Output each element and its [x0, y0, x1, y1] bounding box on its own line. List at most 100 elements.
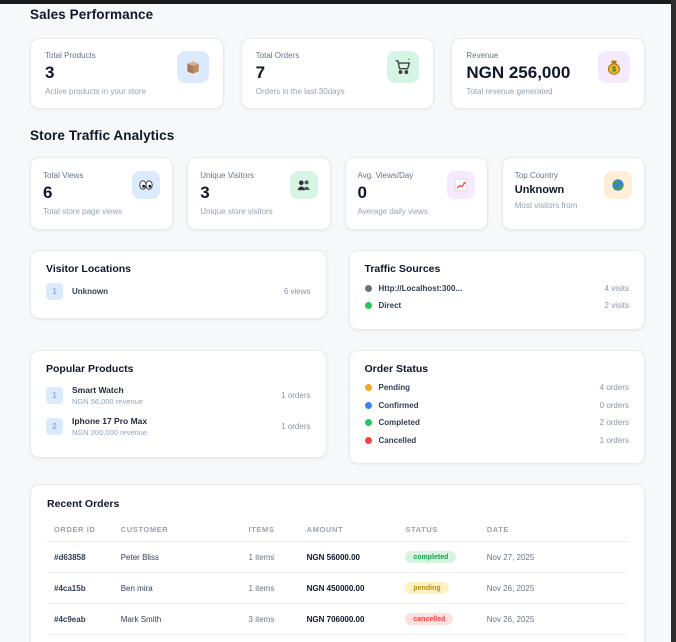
row-locations-sources: Visitor Locations 1 Unknown 6 views Traffi… — [30, 250, 645, 330]
stat-value: NGN 256,000 — [466, 63, 571, 82]
traffic-source-row: Direct 2 visits — [364, 301, 629, 310]
scrollbar[interactable] — [671, 0, 676, 642]
order-customer: Peter Bliss — [116, 541, 245, 573]
order-amount: NGN 56000.00 — [302, 541, 402, 573]
column-header-date: DATE — [482, 518, 628, 542]
stat-label: Unique Visitors — [200, 171, 254, 180]
column-header-status: STATUS — [401, 518, 483, 542]
order-id: #4ca15b — [47, 572, 117, 604]
order-status-title: Order Status — [364, 362, 429, 375]
order-customer: Kingsley Chinonso Eze — [116, 634, 245, 642]
order-amount: NGN 200000.00 — [302, 634, 402, 642]
chart-up-icon — [446, 171, 475, 199]
order-status-cell: completed — [401, 541, 483, 573]
package-icon — [176, 51, 209, 83]
people-icon — [289, 171, 318, 199]
order-status-value: 0 orders — [599, 400, 629, 410]
order-status-dot-icon — [364, 384, 372, 391]
stat-card-text: Avg. Views/Day 0 Average daily views — [358, 171, 429, 216]
order-status-row: Cancelled 1 orders — [364, 435, 629, 445]
popular-product-row: 2 Iphone 17 Pro Max NGN 200,000 revenue 1 o… — [46, 416, 311, 437]
product-revenue: NGN 200,000 revenue — [72, 427, 148, 437]
stat-label: Revenue — [466, 51, 499, 60]
order-status-value: 1 orders — [599, 435, 629, 445]
popular-products-title: Popular Products — [46, 362, 134, 375]
stat-card-revenue: Revenue NGN 256,000 Total revenue generate… — [451, 38, 646, 109]
status-badge: pending — [405, 582, 449, 594]
order-status-cell: pending — [401, 572, 483, 604]
stat-description: Total store page views — [43, 207, 123, 216]
traffic-source-label: Http://Localhost:300... — [378, 283, 463, 293]
order-amount: NGN 706000.00 — [302, 603, 402, 635]
traffic-source-row: Http://Localhost:300... 4 visits — [364, 283, 629, 293]
order-row: #4ca15b Ben mira 1 items NGN 450000.00 pendi… — [47, 572, 628, 604]
order-date: Nov 26, 2025 — [482, 634, 628, 642]
traffic-stat-cards: Total Views 6 Total store page views Unique… — [30, 157, 645, 230]
traffic-source-value: 4 visits — [604, 283, 629, 293]
order-status-cell: cancelled — [401, 603, 483, 635]
rank-badge: 1 — [46, 386, 63, 404]
stat-label: Avg. Views/Day — [357, 171, 414, 180]
order-date: Nov 27, 2025 — [482, 541, 628, 573]
dashboard-page: Sales Performance Total Products 3 Active … — [0, 0, 676, 642]
order-id: #4c9eab — [47, 603, 117, 635]
row-products-status: Popular Products 1 Smart Watch NGN 56,000 … — [30, 349, 645, 464]
traffic-source-label: Direct — [378, 301, 402, 310]
stat-card-top-country: Top Country Unknown Most visitors from — [501, 157, 645, 230]
order-status-card: Order Status Pending 4 orders Confirmed 0 o… — [348, 349, 645, 464]
rank-badge: 2 — [46, 417, 63, 435]
store-traffic-analytics-title: Store Traffic Analytics — [30, 128, 175, 143]
popular-products-list: 1 Smart Watch NGN 56,000 revenue 1 orders 2 I… — [46, 385, 311, 437]
product-orders: 1 orders — [281, 421, 311, 431]
popular-products-card: Popular Products 1 Smart Watch NGN 56,000 … — [30, 349, 327, 458]
order-items: 3 items — [244, 603, 303, 635]
stat-description: Total revenue generated — [466, 87, 553, 96]
eyes-icon — [132, 171, 161, 199]
stat-card-text: Unique Visitors 3 Unique store visitors — [200, 171, 272, 216]
order-status-value: 4 orders — [599, 383, 629, 392]
recent-orders-title: Recent Orders — [47, 498, 120, 510]
stat-description: Orders in the last 30days — [255, 87, 345, 96]
recent-orders-table: ORDER ID CUSTOMER ITEMS AMOUNT STATUS DATE #d… — [47, 518, 628, 642]
stat-card-text: Revenue NGN 256,000 Total revenue generate… — [466, 51, 570, 96]
stat-card-text: Top Country Unknown Most visitors from — [515, 171, 578, 210]
stat-card-unique-visitors: Unique Visitors 3 Unique store visitors — [187, 157, 331, 230]
order-row: #d63858 Peter Bliss 1 items NGN 56000.00 com… — [47, 541, 628, 573]
order-status-row: Confirmed 0 orders — [364, 400, 629, 410]
product-name: Smart Watch — [72, 384, 124, 395]
stat-card-total-views: Total Views 6 Total store page views — [30, 157, 174, 230]
stat-value: 7 — [255, 63, 266, 82]
product-revenue: NGN 56,000 revenue — [72, 396, 143, 406]
stat-value: 6 — [43, 183, 53, 202]
column-header-amount: AMOUNT — [302, 518, 402, 542]
order-items: 1 items — [244, 572, 303, 604]
stat-card-total-products: Total Products 3 Active products in your s… — [30, 38, 224, 109]
location-views: 6 views — [283, 287, 311, 296]
visitor-location-row: 1 Unknown 6 views — [46, 283, 311, 300]
recent-orders-card: Recent Orders ORDER ID CUSTOMER ITEMS AMOUN… — [30, 484, 645, 642]
orders-table-header: ORDER ID CUSTOMER ITEMS AMOUNT STATUS DATE — [47, 518, 628, 542]
order-status-row: Pending 4 orders — [364, 383, 629, 392]
globe-icon — [604, 171, 632, 199]
order-date: Nov 26, 2025 — [482, 572, 628, 604]
stat-description: Average daily views — [357, 207, 429, 216]
stat-description: Most visitors from — [514, 201, 578, 210]
traffic-source-dot-icon — [364, 284, 372, 292]
order-status-row: Completed 2 orders — [364, 418, 629, 427]
stat-value: 3 — [45, 63, 55, 82]
order-row: #4c9eab Mark Smith 3 items NGN 706000.00 can… — [47, 603, 628, 635]
order-items: 1 items — [244, 541, 303, 573]
stat-value: 3 — [200, 183, 210, 202]
stat-value: 0 — [357, 183, 367, 202]
order-status-label: Confirmed — [378, 400, 419, 410]
order-status-dot-icon — [364, 436, 372, 444]
visitor-locations-list: 1 Unknown 6 views — [46, 283, 311, 300]
stat-card-text: Total Orders 7 Orders in the last 30days — [256, 51, 345, 96]
orders-table-body: #d63858 Peter Bliss 1 items NGN 56000.00 com… — [47, 541, 628, 642]
order-status-dot-icon — [364, 419, 372, 426]
traffic-sources-list: Http://Localhost:300... 4 visits Direct 2 v… — [364, 283, 629, 310]
stat-card-text: Total Products 3 Active products in your s… — [45, 51, 146, 96]
visitor-locations-title: Visitor Locations — [46, 263, 131, 275]
column-header-items: ITEMS — [244, 518, 303, 542]
order-items: 1 items — [244, 634, 303, 642]
